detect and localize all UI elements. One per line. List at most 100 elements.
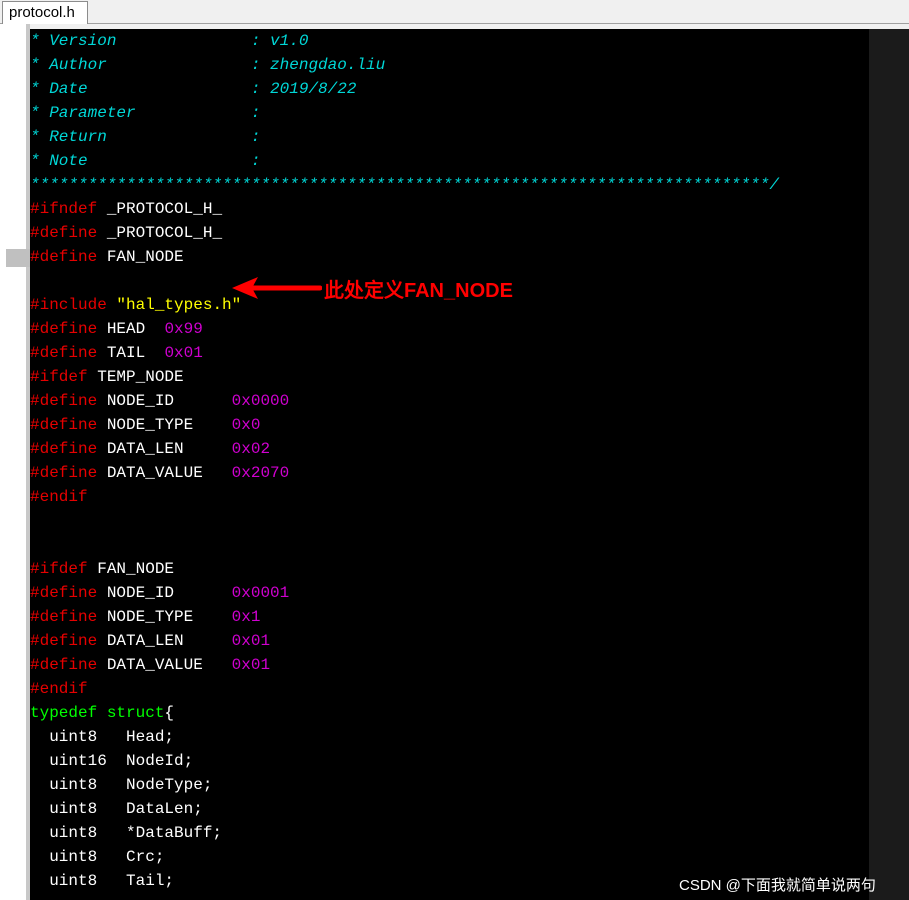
code-token: #define — [30, 248, 98, 266]
tab-protocol-h[interactable]: protocol.h — [2, 1, 88, 24]
vertical-scrollbar[interactable] — [869, 29, 909, 900]
code-token: #ifdef — [30, 560, 88, 578]
code-token: 0x1 — [231, 608, 261, 626]
code-line: #endif — [30, 677, 779, 701]
code-token: * Parameter : — [30, 104, 261, 122]
code-token: ****************************************… — [30, 176, 779, 194]
watermark: CSDN @下面我就简单说两句 — [679, 877, 876, 894]
code-line: typedef struct{ — [30, 701, 779, 725]
code-line: * Return : — [30, 125, 779, 149]
code-line: uint16 NodeId; — [30, 749, 779, 773]
code-token: 0x99 — [164, 320, 203, 338]
code-token: HEAD — [97, 320, 165, 338]
code-editor[interactable]: * Version : v1.0 * Author : zhengdao.liu *… — [30, 29, 869, 900]
code-token: NODE_TYPE — [97, 608, 232, 626]
code-line: #define FAN_NODE — [30, 245, 779, 269]
code-token: FAN_NODE — [87, 560, 175, 578]
code-token: #define — [30, 584, 98, 602]
code-token: #ifndef — [30, 200, 98, 218]
code-token: #define — [30, 608, 98, 626]
code-token: uint8 DataLen; — [30, 800, 203, 818]
code-token: NODE_ID — [97, 584, 232, 602]
annotation-label: 此处定义FAN_NODE — [324, 280, 513, 302]
code-token: TAIL — [97, 344, 165, 362]
line-gutter — [0, 24, 26, 900]
code-token: "hal_types.h" — [116, 296, 242, 314]
code-token: #define — [30, 392, 98, 410]
code-token: TEMP_NODE — [87, 368, 184, 386]
code-token: 0x0001 — [231, 584, 290, 602]
code-token: DATA_LEN — [97, 632, 232, 650]
code-line: uint8 Tail; — [30, 869, 779, 893]
code-line: #define NODE_ID 0x0001 — [30, 581, 779, 605]
code-token: #define — [30, 440, 98, 458]
code-token: DATA_VALUE — [97, 464, 232, 482]
code-token: * Return : — [30, 128, 261, 146]
code-line: #define HEAD 0x99 — [30, 317, 779, 341]
code-line: #define NODE_TYPE 0x0 — [30, 413, 779, 437]
code-line: * Author : zhengdao.liu — [30, 53, 779, 77]
code-token: uint8 NodeType; — [30, 776, 213, 794]
code-token: FAN_NODE — [97, 248, 184, 266]
code-token: _PROTOCOL_H_ — [97, 200, 223, 218]
code-token: NODE_TYPE — [97, 416, 232, 434]
code-line: #define DATA_LEN 0x01 — [30, 629, 779, 653]
code-line: #define NODE_TYPE 0x1 — [30, 605, 779, 629]
code-token: DATA_LEN — [97, 440, 232, 458]
code-line: #define DATA_VALUE 0x2070 — [30, 461, 779, 485]
code-token: 0x01 — [164, 344, 203, 362]
code-line: uint8 Head; — [30, 725, 779, 749]
code-token: #define — [30, 416, 98, 434]
code-line: * Date : 2019/8/22 — [30, 77, 779, 101]
code-line: ****************************************… — [30, 173, 779, 197]
code-token: _PROTOCOL_H_ — [97, 224, 223, 242]
code-line: #define NODE_ID 0x0000 — [30, 389, 779, 413]
code-line: #define _PROTOCOL_H_ — [30, 221, 779, 245]
code-token: uint8 *DataBuff; — [30, 824, 223, 842]
code-line: #define DATA_VALUE 0x01 — [30, 653, 779, 677]
code-token: #endif — [30, 488, 88, 506]
code-token: * Date : 2019/8/22 — [30, 80, 357, 98]
code-line: #ifdef TEMP_NODE — [30, 365, 779, 389]
code-token: uint8 Head; — [30, 728, 175, 746]
code-token: 0x2070 — [231, 464, 290, 482]
code-token: 0x0 — [231, 416, 261, 434]
code-token: #define — [30, 632, 98, 650]
code-line: #ifndef _PROTOCOL_H_ — [30, 197, 779, 221]
code-line: * Version : v1.0 — [30, 29, 779, 53]
code-token: * Author : zhengdao.liu — [30, 56, 386, 74]
code-token: #endif — [30, 680, 88, 698]
code-token: 0x01 — [231, 656, 271, 674]
code-token: NODE_ID — [97, 392, 232, 410]
code-line: uint8 NodeType; — [30, 773, 779, 797]
code-token: #define — [30, 320, 98, 338]
code-token: DATA_VALUE — [97, 656, 232, 674]
code-token: * Note : — [30, 152, 261, 170]
code-token: #ifdef — [30, 368, 88, 386]
code-token: #define — [30, 464, 98, 482]
code-line: * Note : — [30, 149, 779, 173]
code-line: #ifdef FAN_NODE — [30, 557, 779, 581]
code-line: uint8 Crc; — [30, 845, 779, 869]
code-token: 0x0000 — [231, 392, 290, 410]
tab-bar: protocol.h — [0, 0, 909, 24]
code-token: #define — [30, 344, 98, 362]
arrow-left-icon — [232, 277, 322, 299]
code-line: #define DATA_LEN 0x02 — [30, 437, 779, 461]
code-token: #define — [30, 656, 98, 674]
code-line: #define TAIL 0x01 — [30, 341, 779, 365]
code-token: typedef struct — [30, 704, 165, 722]
code-line: uint8 *DataBuff; — [30, 821, 779, 845]
code-token: uint8 Crc; — [30, 848, 165, 866]
code-token: { — [164, 704, 175, 722]
code-line: #endif — [30, 485, 779, 509]
code-token: 0x01 — [231, 632, 271, 650]
code-token: #define — [30, 224, 98, 242]
code-token: #include — [30, 296, 107, 314]
code-token: uint16 NodeId; — [30, 752, 194, 770]
code-token: 0x02 — [231, 440, 271, 458]
code-lines: * Version : v1.0 * Author : zhengdao.liu *… — [30, 29, 779, 893]
